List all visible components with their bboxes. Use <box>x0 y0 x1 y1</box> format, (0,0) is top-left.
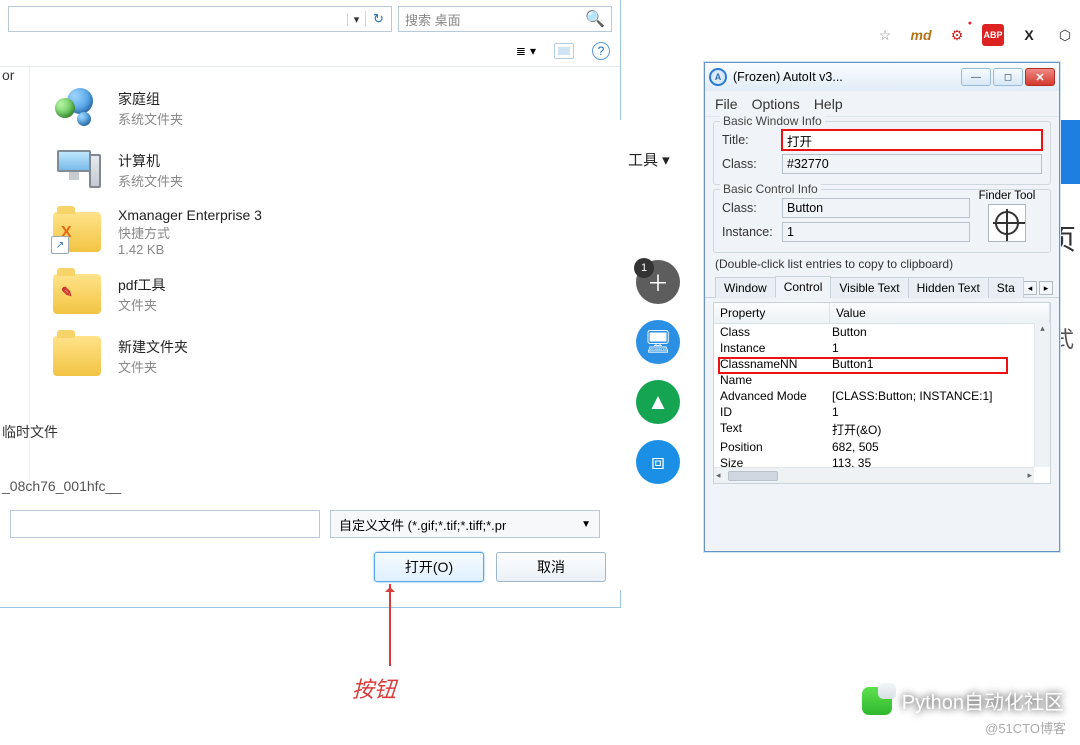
annotation-arrow <box>389 584 391 666</box>
property-header: Property Value <box>714 303 1050 324</box>
property-row[interactable]: Instance1 <box>714 340 1050 356</box>
filetype-combo[interactable]: 自定义文件 (*.gif;*.tif;*.tiff;*.pr ▼ <box>330 510 600 538</box>
control-instance-value[interactable]: 1 <box>782 222 970 242</box>
tab-strip: Window Control Visible Text Hidden Text … <box>705 271 1059 298</box>
maximize-button[interactable]: ◻ <box>993 68 1023 86</box>
tools-dropdown[interactable]: 工具 ▾ <box>628 149 670 170</box>
watermark: Python自动化社区 <box>862 686 1064 715</box>
md-extension-icon[interactable]: md <box>910 24 932 46</box>
title-value[interactable]: 打开 <box>782 130 1042 150</box>
sidebar-label-temp: 临时文件 <box>2 422 58 442</box>
help-icon[interactable]: ? <box>592 42 610 60</box>
monitor-bubble[interactable]: 🖥 <box>636 320 680 364</box>
list-item[interactable]: 家庭组系统文件夹 <box>50 77 600 139</box>
tab-control[interactable]: Control <box>775 276 832 298</box>
list-item[interactable]: X↗ Xmanager Enterprise 3快捷方式1.42 KB <box>50 201 600 263</box>
tab-hidden-text[interactable]: Hidden Text <box>908 277 989 298</box>
property-row[interactable]: ClassButton <box>714 324 1050 340</box>
class-label: Class: <box>722 157 774 171</box>
title-label: Title: <box>722 133 774 147</box>
truncated-or: or <box>0 67 29 83</box>
minimize-button[interactable]: — <box>961 68 991 86</box>
browser-extension-bar: ☆ md ⚙ ABP X ⬡ <box>874 24 1076 46</box>
finder-target-icon[interactable] <box>988 204 1026 242</box>
folder-icon <box>53 336 101 376</box>
homegroup-icon <box>55 86 99 130</box>
property-row[interactable]: Advanced Mode[CLASS:Button; INSTANCE:1] <box>714 388 1050 404</box>
bookmark-icon[interactable]: ☆ <box>874 24 896 46</box>
file-open-dialog: ▾ ↻ 搜索 桌面 🔍 ≣ ▾ ? or 家庭组系统文件夹 计算机系统文件夹 <box>0 0 621 608</box>
x-extension-icon[interactable]: X <box>1018 24 1040 46</box>
close-button[interactable]: ✕ <box>1025 68 1055 86</box>
autoit-window: (Frozen) AutoIt v3... — ◻ ✕ File Options… <box>704 62 1060 552</box>
list-item[interactable]: 计算机系统文件夹 <box>50 139 600 201</box>
view-combo[interactable]: ≣ ▾ <box>516 44 536 58</box>
menu-help[interactable]: Help <box>814 96 843 112</box>
navigation-pane: or <box>0 67 30 479</box>
address-combo[interactable]: ▾ ↻ <box>8 6 392 32</box>
tab-visible-text[interactable]: Visible Text <box>830 277 908 298</box>
address-row: ▾ ↻ 搜索 桌面 🔍 <box>0 0 620 38</box>
property-row[interactable]: ID1 <box>714 404 1050 420</box>
hint-text: (Double-click list entries to copy to cl… <box>705 257 1059 271</box>
control-instance-label: Instance: <box>722 225 774 239</box>
basic-control-info-group: Basic Control Info Class: Button Instanc… <box>713 189 1051 253</box>
class-value[interactable]: #32770 <box>782 154 1042 174</box>
annotation-label: 按钮 <box>352 672 396 704</box>
vertical-scrollbar[interactable] <box>1034 323 1050 467</box>
abp-extension-icon[interactable]: ABP <box>982 24 1004 46</box>
property-row[interactable]: Text打开(&O) <box>714 420 1050 439</box>
dropbox-bubble[interactable]: ⧈ <box>636 440 680 484</box>
add-bubble[interactable]: ＋1 <box>636 260 680 304</box>
filename-input[interactable] <box>10 510 320 538</box>
settings-extension-icon[interactable]: ⚙ <box>946 24 968 46</box>
title-bar[interactable]: (Frozen) AutoIt v3... — ◻ ✕ <box>705 63 1059 91</box>
list-item[interactable]: 新建文件夹文件夹 <box>50 325 600 387</box>
search-icon: 🔍 <box>585 9 605 29</box>
property-list[interactable]: Property Value ClassButtonInstance1Class… <box>713 302 1051 484</box>
menu-file[interactable]: File <box>715 96 738 112</box>
computer-icon <box>53 148 101 192</box>
control-class-label: Class: <box>722 201 774 215</box>
control-class-value[interactable]: Button <box>782 198 970 218</box>
open-button[interactable]: 打开(O) <box>374 552 484 582</box>
view-toolbar: ≣ ▾ ? <box>0 38 620 67</box>
horizontal-scrollbar[interactable] <box>714 467 1034 483</box>
search-input[interactable]: 搜索 桌面 🔍 <box>398 6 612 32</box>
address-dropdown-icon[interactable]: ▾ <box>347 13 365 26</box>
tab-more[interactable]: Sta <box>988 277 1024 298</box>
cancel-button[interactable]: 取消 <box>496 552 606 582</box>
search-placeholder: 搜索 桌面 <box>405 10 461 29</box>
refresh-icon[interactable]: ↻ <box>365 11 391 27</box>
cto-watermark: @51CTO博客 <box>985 718 1066 737</box>
wechat-icon <box>862 687 892 715</box>
preview-pane-icon[interactable] <box>554 43 574 59</box>
shortcut-icon: X↗ <box>53 212 101 252</box>
clipped-filename: _08ch76_001hfc__ <box>2 478 121 494</box>
filename-row: 自定义文件 (*.gif;*.tif;*.tiff;*.pr ▼ <box>0 510 610 538</box>
badge: 1 <box>634 258 654 278</box>
chevron-down-icon: ▼ <box>581 519 591 530</box>
autoit-app-icon <box>709 68 727 86</box>
window-title: (Frozen) AutoIt v3... <box>733 70 843 84</box>
property-row[interactable]: ClassnameNNButton1 <box>714 356 1050 372</box>
dialog-buttons: 打开(O) 取消 <box>374 552 606 582</box>
property-row[interactable]: Position682, 505 <box>714 439 1050 455</box>
folder-icon: ✎ <box>53 274 101 314</box>
list-icon: ≣ <box>516 44 526 58</box>
drive-bubble[interactable]: ▲ <box>636 380 680 424</box>
finder-tool[interactable]: Finder Tool <box>974 190 1040 242</box>
share-bubble-column: ＋1 🖥 ▲ ⧈ <box>632 260 684 484</box>
tab-window[interactable]: Window <box>715 277 776 298</box>
basic-window-info-group: Basic Window Info Title: 打开 Class: #3277… <box>713 121 1051 185</box>
file-area: or 家庭组系统文件夹 计算机系统文件夹 X↗ Xmanager Enterpr… <box>0 67 620 479</box>
tab-scroll[interactable]: ◂▸ <box>1023 281 1053 297</box>
menu-options[interactable]: Options <box>752 96 800 112</box>
file-list[interactable]: 家庭组系统文件夹 计算机系统文件夹 X↗ Xmanager Enterprise… <box>30 67 620 479</box>
cube-extension-icon[interactable]: ⬡ <box>1054 24 1076 46</box>
property-row[interactable]: Name <box>714 372 1050 388</box>
list-item[interactable]: ✎ pdf工具文件夹 <box>50 263 600 325</box>
